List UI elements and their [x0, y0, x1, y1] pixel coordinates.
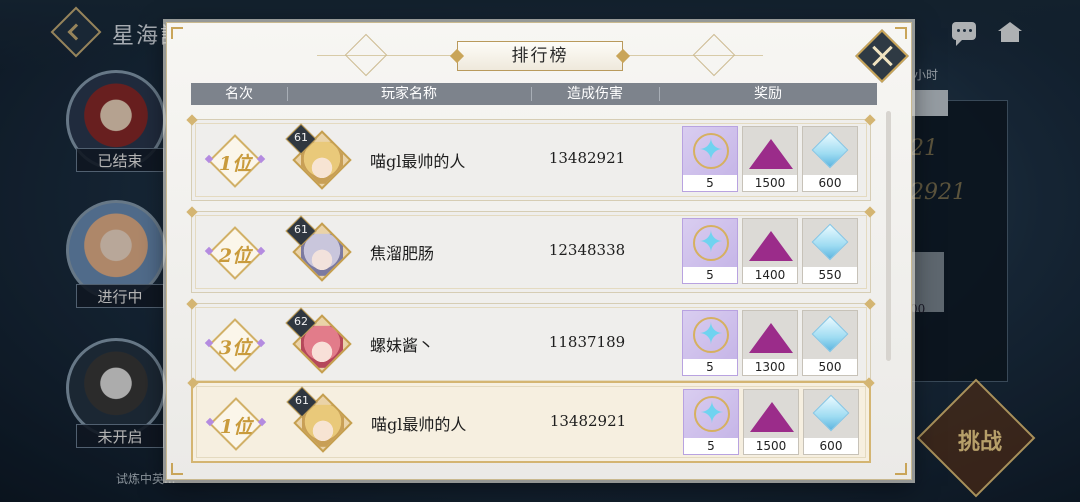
corner-ornament [171, 27, 183, 39]
player-level: 61 [294, 131, 308, 144]
reward-item-3[interactable]: 550 [802, 218, 858, 284]
rank-label: 1位 [219, 416, 253, 438]
player-name: 喵gl最帅的人 [370, 152, 466, 171]
player-name: 螺妹酱丶 [370, 336, 435, 355]
crystal-icon [811, 315, 849, 353]
header-reward: 奖励 [754, 86, 782, 102]
star-compass-icon [693, 225, 729, 261]
header-damage: 造成伤害 [567, 86, 623, 102]
crystal-icon [811, 131, 849, 169]
reward-item-1[interactable]: 5 [682, 126, 738, 192]
rank-label: 1位 [218, 153, 252, 175]
reward-quantity: 1500 [743, 175, 797, 191]
reward-item-1[interactable]: 5 [682, 310, 738, 376]
reward-item-2[interactable]: 1300 [742, 310, 798, 376]
player-name: 喵gl最帅的人 [371, 415, 467, 434]
rank-badge: 2位 [204, 226, 266, 280]
reward-quantity: 600 [803, 175, 857, 191]
reward-item-1[interactable]: 5 [683, 389, 739, 455]
leaderboard-row[interactable]: 2位 61 焦溜肥肠 12348338 5 1400 550 [186, 206, 876, 293]
header-player: 玩家名称 [381, 86, 437, 102]
my-rank-row[interactable]: 1位 61 喵gl最帅的人 13482921 5 1500 600 [187, 377, 875, 463]
star-compass-icon [693, 317, 729, 353]
leaderboard-row[interactable]: 1位 61 喵gl最帅的人 13482921 5 1500 600 [186, 114, 876, 201]
rank-badge: 3位 [204, 318, 266, 372]
row-ornament [864, 206, 876, 218]
ore-pile-icon [749, 323, 793, 353]
row-ornament [186, 114, 198, 126]
title-ornament [344, 33, 388, 77]
reward-item-2[interactable]: 1500 [743, 389, 799, 455]
table-header: 名次 玩家名称 造成伤害 奖励 [191, 83, 877, 105]
header-rank: 名次 [225, 86, 253, 102]
ore-pile-icon [750, 402, 794, 432]
reward-item-2[interactable]: 1400 [742, 218, 798, 284]
player-level: 62 [294, 315, 308, 328]
corner-ornament [171, 463, 183, 475]
reward-item-2[interactable]: 1500 [742, 126, 798, 192]
close-icon[interactable] [870, 43, 896, 69]
reward-quantity: 500 [803, 359, 857, 375]
rank-label: 2位 [218, 245, 252, 267]
crystal-icon [811, 223, 849, 261]
title-ornament [692, 33, 736, 77]
reward-quantity: 550 [803, 267, 857, 283]
reward-quantity: 1500 [744, 438, 798, 454]
star-compass-icon [694, 396, 730, 432]
corner-ornament [895, 27, 907, 39]
reward-item-1[interactable]: 5 [682, 218, 738, 284]
star-compass-icon [693, 133, 729, 169]
reward-item-3[interactable]: 600 [802, 126, 858, 192]
player-level: 61 [295, 394, 309, 407]
reward-item-3[interactable]: 600 [803, 389, 859, 455]
corner-ornament [895, 463, 907, 475]
rank-badge: 1位 [204, 134, 266, 188]
reward-quantity: 5 [684, 438, 738, 454]
player-name: 焦溜肥肠 [370, 244, 435, 263]
row-ornament [864, 114, 876, 126]
row-ornament [186, 206, 198, 218]
reward-item-3[interactable]: 500 [802, 310, 858, 376]
leaderboard-row[interactable]: 3位 62 螺妹酱丶 11837189 5 1300 500 [186, 298, 876, 385]
ore-pile-icon [749, 231, 793, 261]
ore-pile-icon [749, 139, 793, 169]
damage-value: 13482921 [549, 412, 627, 430]
leaderboard-modal: 排行榜 名次 玩家名称 造成伤害 奖励 1位 61 喵gl最帅的人 134829… [166, 22, 912, 480]
rank-badge: 1位 [205, 397, 267, 451]
damage-value: 11837189 [548, 333, 626, 351]
modal-title: 排行榜 [457, 41, 623, 71]
reward-quantity: 1300 [743, 359, 797, 375]
row-ornament [186, 298, 198, 310]
damage-value: 12348338 [548, 241, 626, 259]
reward-quantity: 5 [683, 175, 737, 191]
damage-value: 13482921 [548, 149, 626, 167]
rank-label: 3位 [218, 337, 252, 359]
reward-quantity: 5 [683, 359, 737, 375]
reward-quantity: 1400 [743, 267, 797, 283]
reward-quantity: 600 [804, 438, 858, 454]
row-ornament [864, 298, 876, 310]
list-scrollbar[interactable] [886, 111, 891, 361]
crystal-icon [812, 394, 850, 432]
player-level: 61 [294, 223, 308, 236]
reward-quantity: 5 [683, 267, 737, 283]
